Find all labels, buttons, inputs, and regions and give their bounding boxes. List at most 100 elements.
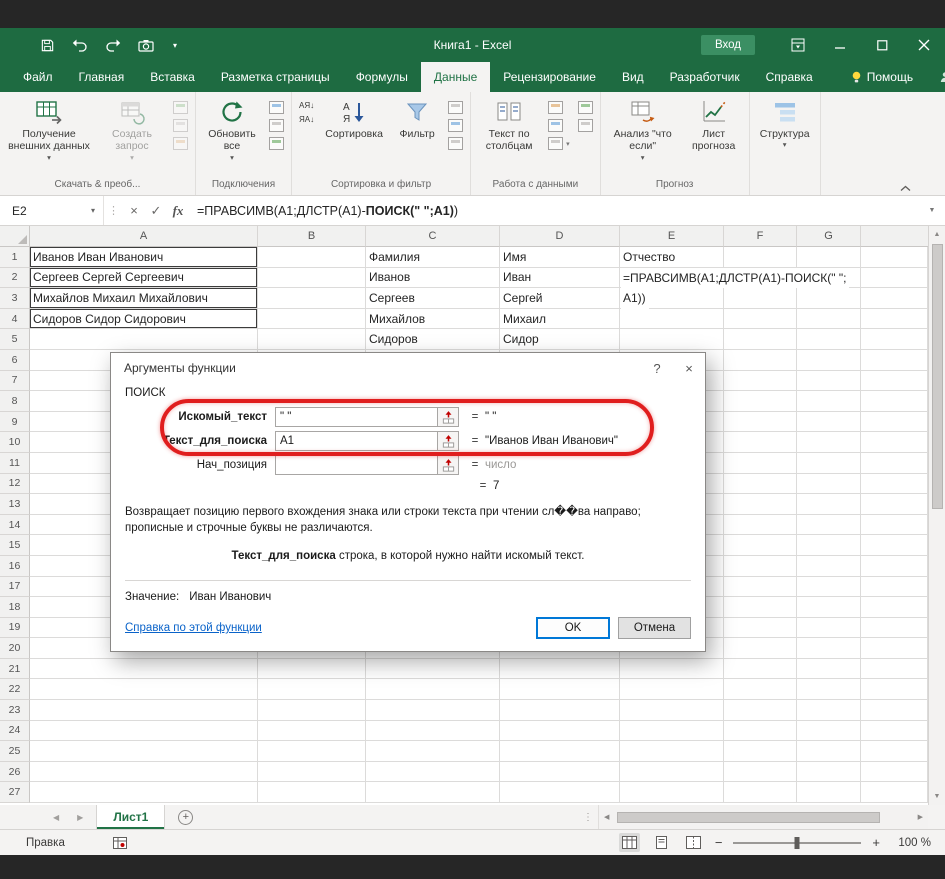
camera-icon[interactable] bbox=[138, 39, 154, 52]
cell-G26[interactable] bbox=[797, 762, 861, 783]
cell-G23[interactable] bbox=[797, 700, 861, 721]
ribbon-tab-formulas[interactable]: Формулы bbox=[343, 62, 421, 92]
ribbon-tab-assistant[interactable]: Помощь bbox=[838, 62, 926, 92]
cell-B3[interactable] bbox=[258, 288, 366, 309]
field-input-start-num[interactable] bbox=[275, 455, 438, 475]
cell-A26[interactable] bbox=[30, 762, 258, 783]
ribbon-display-options-icon[interactable] bbox=[777, 28, 819, 62]
cell-G8[interactable] bbox=[797, 391, 861, 412]
collapse-dialog-icon-text-for-search[interactable] bbox=[438, 431, 459, 451]
refresh-all-button[interactable]: Обновить все ▾ bbox=[199, 95, 265, 177]
minimize-button[interactable] bbox=[819, 28, 861, 62]
ribbon-tab-home[interactable]: Главная bbox=[66, 62, 138, 92]
row-header-2[interactable]: 2 bbox=[0, 268, 30, 289]
horizontal-scrollbar[interactable]: ◀ ▶ bbox=[598, 805, 928, 829]
cell-A24[interactable] bbox=[30, 721, 258, 742]
forecast-sheet-button[interactable]: Лист прогноза bbox=[682, 95, 746, 177]
ribbon-tab-view[interactable]: Вид bbox=[609, 62, 657, 92]
cell-E25[interactable] bbox=[620, 741, 724, 762]
cell-D25[interactable] bbox=[500, 741, 620, 762]
column-header-G[interactable]: G bbox=[797, 226, 861, 247]
text-to-columns-button[interactable]: Текст по столбцам bbox=[474, 95, 544, 177]
tab-scrollbar-splitter[interactable]: ⋮ bbox=[578, 805, 598, 829]
sort-button[interactable]: АЯ Сортировка bbox=[318, 95, 390, 177]
collapse-dialog-icon-start-num[interactable] bbox=[438, 455, 459, 475]
cell-F13[interactable] bbox=[724, 494, 797, 515]
what-if-analysis-button[interactable]: Анализ "что если" ▾ bbox=[604, 95, 682, 177]
row-header-15[interactable]: 15 bbox=[0, 535, 30, 556]
ribbon-tab-help[interactable]: Справка bbox=[753, 62, 826, 92]
cell-D4[interactable]: Михаил bbox=[500, 309, 620, 330]
ribbon-tab-insert[interactable]: Вставка bbox=[137, 62, 208, 92]
cell-E4[interactable] bbox=[620, 309, 724, 330]
cell-C21[interactable] bbox=[366, 659, 500, 680]
select-all-corner[interactable] bbox=[0, 226, 30, 247]
cell-F1[interactable] bbox=[724, 247, 797, 268]
cell-C23[interactable] bbox=[366, 700, 500, 721]
cell-C27[interactable] bbox=[366, 782, 500, 803]
column-header-E[interactable]: E bbox=[620, 226, 724, 247]
row-header-7[interactable]: 7 bbox=[0, 371, 30, 392]
cell-F6[interactable] bbox=[724, 350, 797, 371]
cell-C25[interactable] bbox=[366, 741, 500, 762]
cell-D26[interactable] bbox=[500, 762, 620, 783]
cell-G1[interactable] bbox=[797, 247, 861, 268]
row-header-22[interactable]: 22 bbox=[0, 679, 30, 700]
zoom-level[interactable]: 100 % bbox=[891, 837, 931, 849]
row-header-6[interactable]: 6 bbox=[0, 350, 30, 371]
cell-C24[interactable] bbox=[366, 721, 500, 742]
row-header-17[interactable]: 17 bbox=[0, 577, 30, 598]
remove-duplicates-button[interactable] bbox=[548, 119, 563, 132]
formula-bar-splitter[interactable]: ⋮ bbox=[104, 204, 123, 217]
cell-G10[interactable] bbox=[797, 432, 861, 453]
row-header-26[interactable]: 26 bbox=[0, 762, 30, 783]
show-queries-button[interactable] bbox=[173, 101, 188, 114]
cell-A2[interactable]: Сергеев Сергей Сергеевич bbox=[30, 268, 258, 289]
row-header-11[interactable]: 11 bbox=[0, 453, 30, 474]
advanced-filter-button[interactable] bbox=[448, 137, 463, 150]
column-header-C[interactable]: C bbox=[366, 226, 500, 247]
edit-links-button[interactable] bbox=[269, 137, 284, 150]
data-validation-button[interactable]: ▾ bbox=[548, 137, 570, 150]
cell-G19[interactable] bbox=[797, 618, 861, 639]
cell-A25[interactable] bbox=[30, 741, 258, 762]
cell-F11[interactable] bbox=[724, 453, 797, 474]
filter-button[interactable]: Фильтр bbox=[390, 95, 444, 177]
cell-D22[interactable] bbox=[500, 679, 620, 700]
horizontal-scroll-track[interactable] bbox=[614, 805, 912, 829]
cell-F25[interactable] bbox=[724, 741, 797, 762]
cell-E5[interactable] bbox=[620, 329, 724, 350]
function-help-link[interactable]: Справка по этой функции bbox=[125, 622, 262, 634]
cell-G7[interactable] bbox=[797, 371, 861, 392]
cell-A21[interactable] bbox=[30, 659, 258, 680]
cell-F12[interactable] bbox=[724, 474, 797, 495]
relationships-button[interactable] bbox=[578, 119, 593, 132]
cell-F4[interactable] bbox=[724, 309, 797, 330]
cancel-entry-icon[interactable]: × bbox=[123, 203, 145, 218]
row-header-27[interactable]: 27 bbox=[0, 782, 30, 803]
close-button[interactable] bbox=[903, 28, 945, 62]
field-input-search-text[interactable] bbox=[275, 407, 438, 427]
cell-D3[interactable]: Сергей bbox=[500, 288, 620, 309]
column-header-B[interactable]: B bbox=[258, 226, 366, 247]
cell-B27[interactable] bbox=[258, 782, 366, 803]
row-header-8[interactable]: 8 bbox=[0, 391, 30, 412]
properties-button[interactable] bbox=[269, 119, 284, 132]
page-layout-view-icon[interactable] bbox=[651, 833, 672, 852]
cell-F5[interactable] bbox=[724, 329, 797, 350]
save-icon[interactable] bbox=[40, 38, 55, 53]
ribbon-tab-page-layout[interactable]: Разметка страницы bbox=[208, 62, 343, 92]
row-header-21[interactable]: 21 bbox=[0, 659, 30, 680]
cell-G24[interactable] bbox=[797, 721, 861, 742]
cell-D5[interactable]: Сидор bbox=[500, 329, 620, 350]
cell-G9[interactable] bbox=[797, 412, 861, 433]
cell-F22[interactable] bbox=[724, 679, 797, 700]
cell-F9[interactable] bbox=[724, 412, 797, 433]
cell-A1[interactable]: Иванов Иван Иванович bbox=[30, 247, 258, 268]
redo-icon[interactable] bbox=[105, 38, 121, 52]
sheet-nav-right-icon[interactable]: ▶ bbox=[68, 805, 92, 829]
row-header-1[interactable]: 1 bbox=[0, 247, 30, 268]
cell-E22[interactable] bbox=[620, 679, 724, 700]
zoom-in-icon[interactable]: + bbox=[872, 835, 880, 850]
cell-F24[interactable] bbox=[724, 721, 797, 742]
